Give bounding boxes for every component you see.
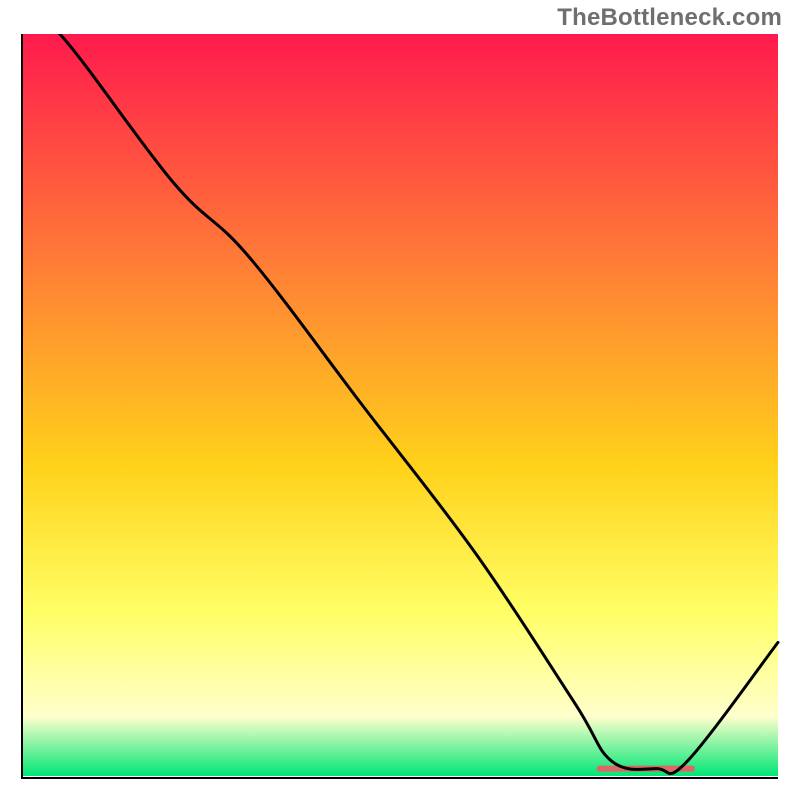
plot-area [20, 34, 780, 780]
chart-stage: TheBottleneck.com [0, 0, 800, 800]
plot-svg [20, 34, 780, 780]
watermark-text: TheBottleneck.com [557, 4, 782, 32]
plot-background [22, 34, 778, 776]
